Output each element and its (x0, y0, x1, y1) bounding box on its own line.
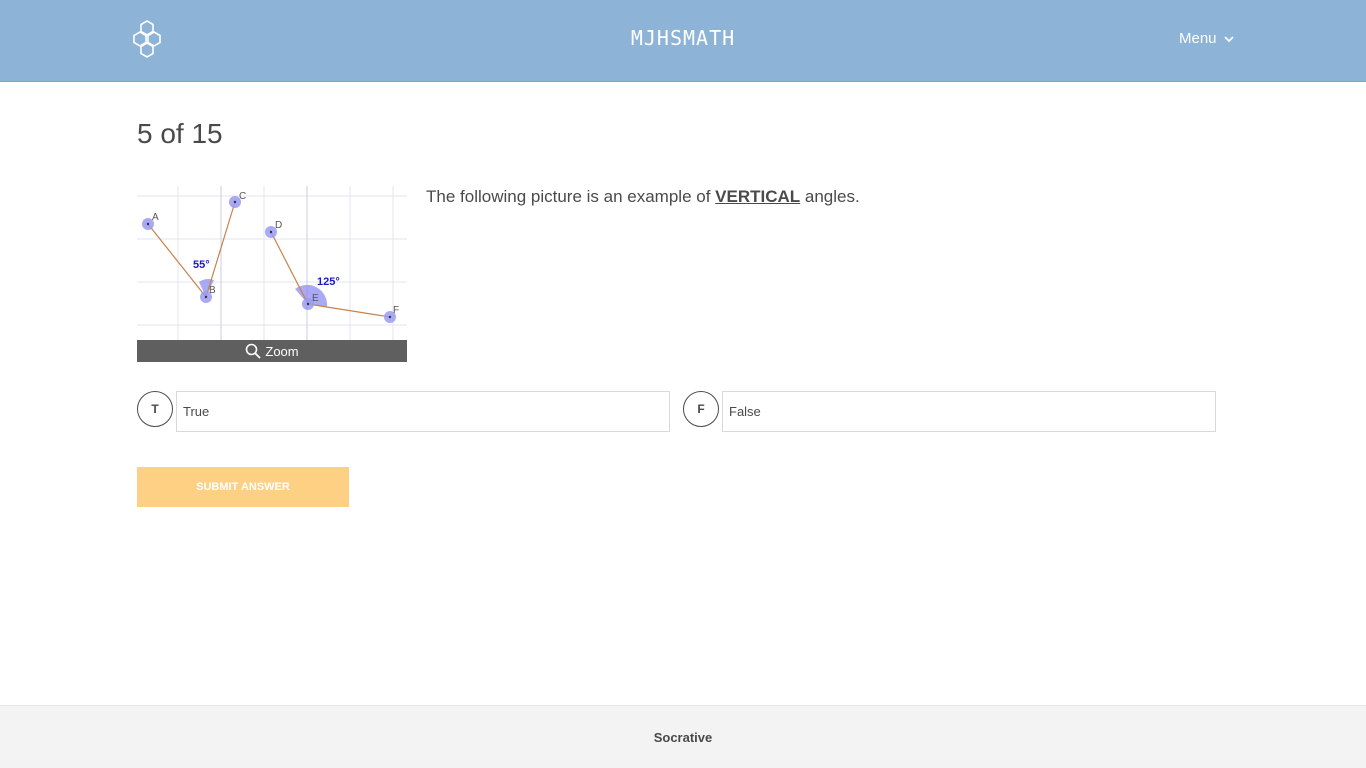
point-label-a: A (152, 212, 159, 223)
question-figure: A B C D E F 55° 125° Zoom (137, 186, 407, 362)
menu-label: Menu (1179, 30, 1217, 47)
answer-letter-f[interactable]: F (683, 391, 719, 427)
point-label-d: D (275, 220, 282, 231)
search-icon (246, 343, 262, 359)
chevron-down-icon (1223, 35, 1234, 42)
question-text-before: The following picture is an example of (426, 187, 716, 206)
top-header: MJHSMATH Menu (0, 0, 1366, 82)
point-label-b: B (209, 285, 216, 296)
answer-choice-true[interactable]: True (176, 391, 670, 432)
answer-letter-t[interactable]: T (137, 391, 173, 427)
room-name: MJHSMATH (630, 26, 736, 50)
question-progress: 5 of 15 (137, 118, 223, 149)
submit-answer-button[interactable]: Submit Answer (137, 467, 349, 507)
footer-brand: Socrative (653, 730, 713, 745)
angle-label-55: 55° (193, 259, 210, 271)
point-label-e: E (312, 293, 319, 304)
answer-option-true[interactable]: T True (137, 391, 670, 432)
angle-label-125: 125° (317, 276, 340, 288)
zoom-button[interactable]: Zoom (137, 340, 407, 362)
question-text: The following picture is an example of V… (426, 187, 860, 207)
angles-diagram: A B C D E F 55° 125° (137, 186, 407, 340)
footer: Socrative (0, 705, 1366, 768)
point-label-c: C (239, 191, 246, 202)
point-label-f: F (393, 305, 399, 316)
answer-option-false[interactable]: F False (683, 391, 1216, 432)
question-text-after: angles. (800, 187, 860, 206)
answer-choice-false[interactable]: False (722, 391, 1216, 432)
question-text-emphasis: VERTICAL (715, 187, 801, 206)
zoom-label: Zoom (265, 343, 299, 359)
menu-button[interactable]: Menu (1179, 30, 1235, 47)
